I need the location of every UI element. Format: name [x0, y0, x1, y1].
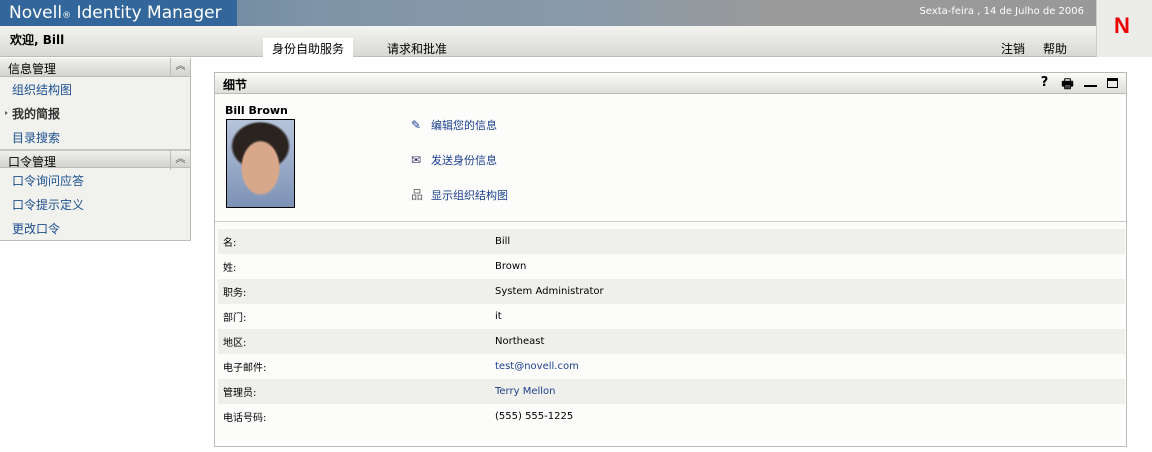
show-org-chart-action[interactable]: 品显示组织结构图 [411, 187, 508, 203]
section-title: 口令管理 [8, 155, 57, 169]
sidebar-item-org-chart[interactable]: 组织结构图 [0, 77, 190, 101]
envelope-icon: ✉ [411, 153, 422, 167]
product-title: Novell® Identity Manager [0, 0, 237, 26]
field-label: 部门: [223, 313, 247, 324]
current-date: Sexta-feira , 14 de Julho de 2006 [919, 6, 1084, 17]
send-info-action[interactable]: ✉ 发送身份信息 [411, 152, 497, 168]
nav-bar: 欢迎, Bill 身份自助服务 请求和批准 注销 帮助 [0, 26, 1096, 57]
table-row: 部门: it [218, 304, 1125, 329]
action-label[interactable]: 显示组织结构图 [431, 187, 508, 203]
help-icon[interactable]: ? [1038, 75, 1051, 97]
registered-mark: ® [62, 11, 72, 21]
main-tabs: 身份自助服务 请求和批准 [263, 38, 456, 57]
print-icon[interactable]: 🖶 [1061, 75, 1074, 97]
action-label[interactable]: 发送身份信息 [431, 152, 497, 168]
field-value: Bill [495, 236, 511, 247]
field-label: 电话号码: [223, 413, 267, 424]
sidebar-item-change-password[interactable]: 更改口令 [0, 216, 190, 240]
double-chevron-up-icon[interactable]: ︽ [170, 58, 190, 77]
table-row: 电子邮件: test@novell.com [218, 354, 1125, 379]
details-table: 名: Bill 姓: Brown 职务: System Administrator 部门: i… [218, 229, 1125, 429]
sidebar: 信息管理 ︽ 组织结构图 我的简报 目录搜索 口令管理 ︽ 口令询问应答 口令提示定… [0, 58, 191, 241]
panel-title: 细节 [223, 78, 248, 92]
sidebar-item-directory-search[interactable]: 目录搜索 [0, 125, 190, 149]
field-label: 电子邮件: [223, 363, 267, 374]
field-value: System Administrator [495, 286, 604, 297]
tab-requests-approvals[interactable]: 请求和批准 [378, 38, 456, 57]
table-row: 职务: System Administrator [218, 279, 1125, 304]
field-label: 姓: [223, 263, 237, 274]
brand-name: Novell [9, 3, 63, 23]
profile-photo [226, 119, 295, 208]
field-value: Brown [495, 261, 527, 272]
person-name: Bill Brown [225, 104, 288, 117]
section-info-management: 信息管理 ︽ [0, 58, 190, 77]
sidebar-item-my-profile[interactable]: 我的简报 [0, 101, 190, 125]
sidebar-item-challenge-response[interactable]: 口令询问应答 [0, 168, 190, 192]
field-label: 管理员: [223, 388, 257, 399]
field-value[interactable]: Terry Mellon [495, 386, 556, 397]
table-row: 地区: Northeast [218, 329, 1125, 354]
welcome-text: 欢迎, Bill [10, 33, 65, 47]
novell-logo: N [1096, 0, 1152, 57]
sidebar-item-password-hint[interactable]: 口令提示定义 [0, 192, 190, 216]
pencil-icon: ✎ [411, 118, 422, 132]
field-value: (555) 555-1225 [495, 411, 574, 422]
details-panel: 细节 ? 🖶 Bill Brown ✎ 编辑您的信息 ✉ 发送身份信息 品显示组织结… [214, 72, 1127, 447]
table-row: 名: Bill [218, 229, 1125, 254]
novell-logo-letter: N [1114, 13, 1130, 38]
field-value: it [495, 311, 502, 322]
edit-info-action[interactable]: ✎ 编辑您的信息 [411, 117, 497, 133]
help-link[interactable]: 帮助 [1043, 40, 1067, 57]
field-value: Northeast [495, 336, 545, 347]
field-label: 地区: [223, 338, 247, 349]
divider [215, 221, 1126, 222]
table-row: 姓: Brown [218, 254, 1125, 279]
section-title: 信息管理 [8, 62, 57, 76]
panel-header: 细节 ? 🖶 [215, 73, 1126, 94]
header-links: 注销 帮助 [1001, 40, 1067, 57]
field-label: 名: [223, 238, 237, 249]
minimize-icon[interactable] [1084, 75, 1097, 87]
section-password-management: 口令管理 ︽ [0, 149, 190, 170]
table-row: 管理员: Terry Mellon [218, 379, 1125, 404]
product-name: Identity Manager [76, 3, 222, 23]
top-banner: Novell® Identity Manager Sexta-feira , 1… [0, 0, 1096, 26]
tab-identity-self-service[interactable]: 身份自助服务 [263, 38, 354, 57]
field-label: 职务: [223, 288, 247, 299]
double-chevron-up-icon[interactable]: ︽ [170, 151, 190, 170]
maximize-icon[interactable] [1107, 78, 1118, 88]
field-value[interactable]: test@novell.com [495, 361, 579, 372]
action-label[interactable]: 编辑您的信息 [431, 117, 497, 133]
table-row: 电话号码: (555) 555-1225 [218, 404, 1125, 429]
logout-link[interactable]: 注销 [1001, 40, 1025, 57]
org-chart-icon: 品 [411, 188, 424, 202]
